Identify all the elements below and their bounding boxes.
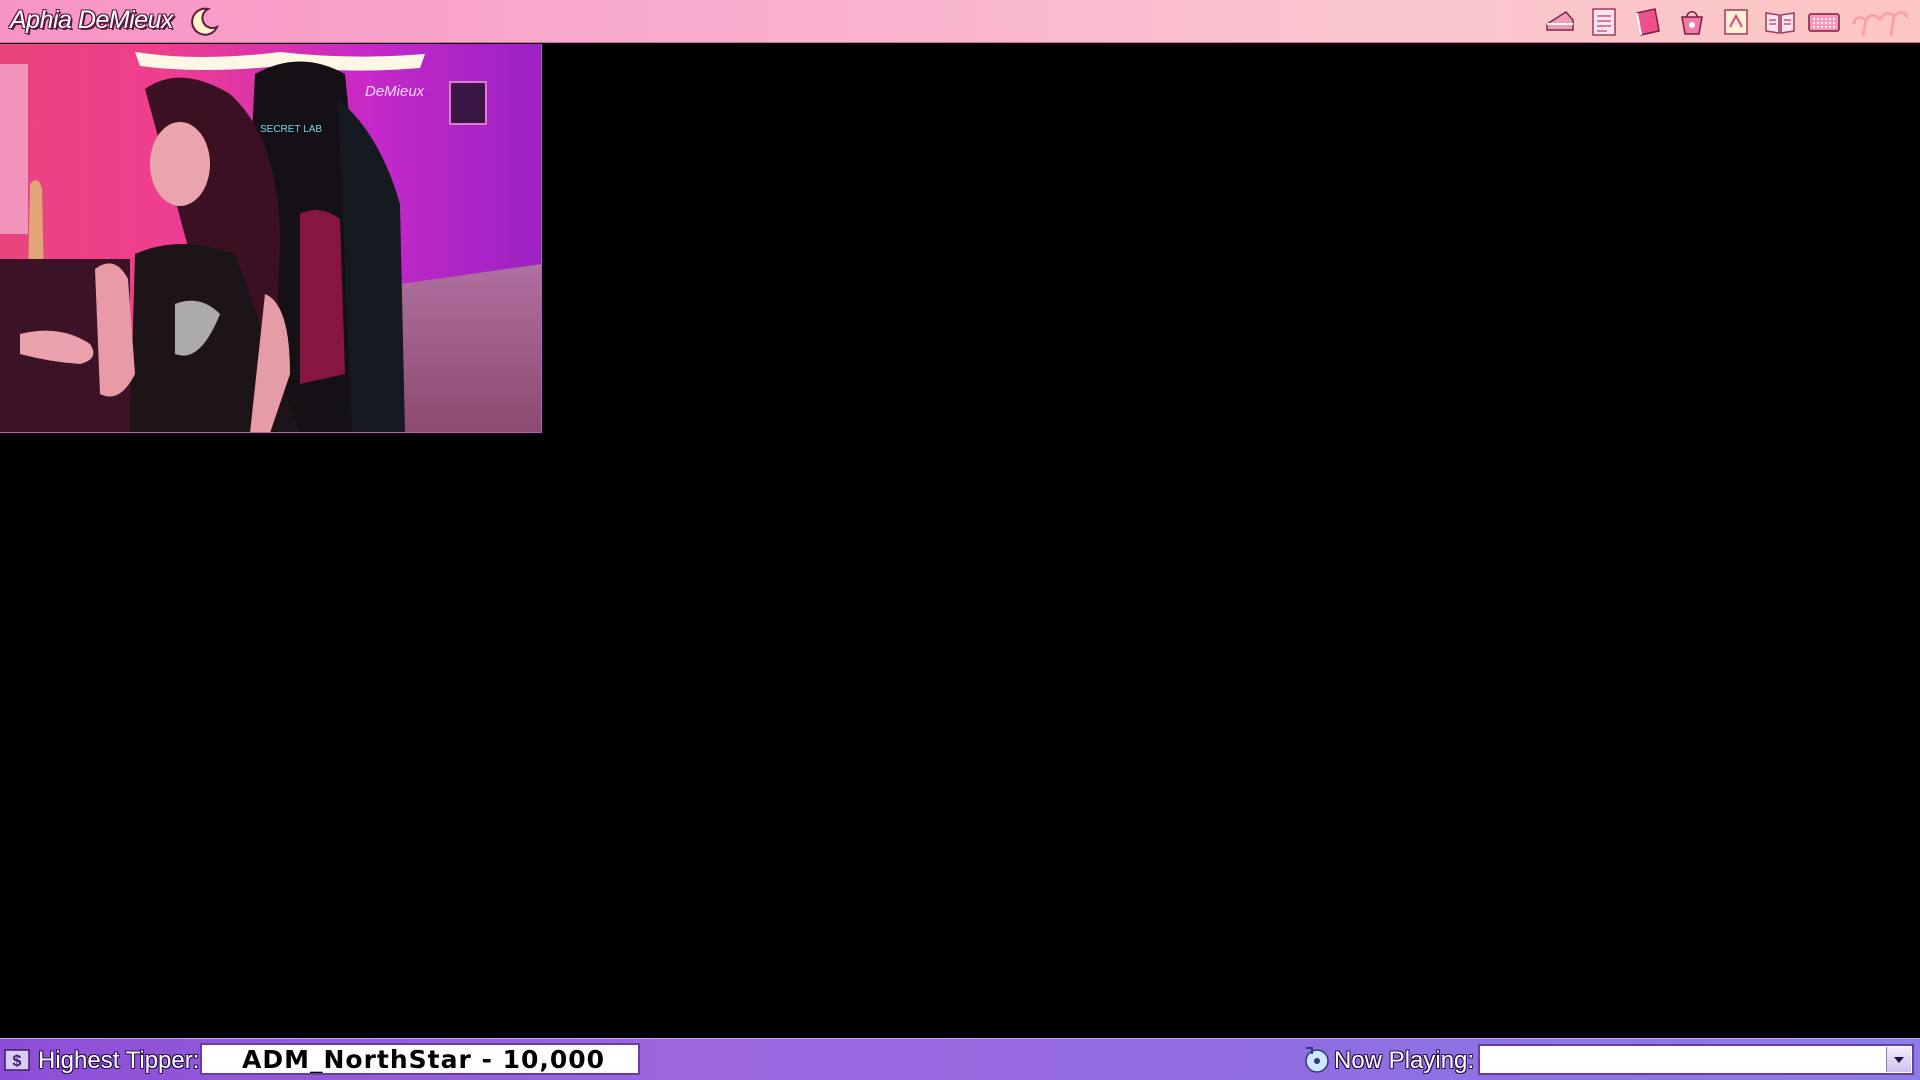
webcam-feed: DeMieux SECRET LAB (0, 44, 542, 433)
dropdown-button[interactable] (1886, 1047, 1911, 1072)
chevron-down-icon (1894, 1056, 1904, 1063)
window-title: Aphia DeMieux (10, 6, 174, 34)
notepad-icon[interactable] (1586, 5, 1622, 39)
svg-text:$: $ (13, 1053, 22, 1070)
dollar-icon: $ (4, 1049, 30, 1071)
music-disc-icon (1305, 1047, 1329, 1073)
gift-bag-icon[interactable] (1674, 5, 1710, 39)
highest-tipper-label: Highest Tipper: (38, 1047, 200, 1074)
now-playing-dropdown[interactable] (1478, 1044, 1914, 1075)
system-tray (1534, 4, 1910, 40)
highest-tipper-field: ADM_NorthStar - 10,000 (200, 1043, 640, 1075)
crescent-moon-icon (191, 7, 220, 36)
now-playing-label: Now Playing: (1334, 1047, 1475, 1074)
cake-slice-icon[interactable] (1542, 5, 1578, 39)
keyboard-icon[interactable] (1806, 5, 1842, 39)
palm-tree-icon (1850, 5, 1910, 39)
status-bar: $ Highest Tipper: ADM_NorthStar - 10,000… (0, 1038, 1920, 1080)
pink-book-icon[interactable] (1630, 5, 1666, 39)
title-bar: Aphia DeMieux (0, 0, 1920, 43)
neon-sign-text: DeMieux (365, 83, 425, 100)
webcam-image: DeMieux SECRET LAB (0, 44, 541, 432)
sticky-note-icon[interactable] (1718, 5, 1754, 39)
chair-brand-text: SECRET LAB (260, 124, 322, 135)
open-book-icon[interactable] (1762, 5, 1798, 39)
